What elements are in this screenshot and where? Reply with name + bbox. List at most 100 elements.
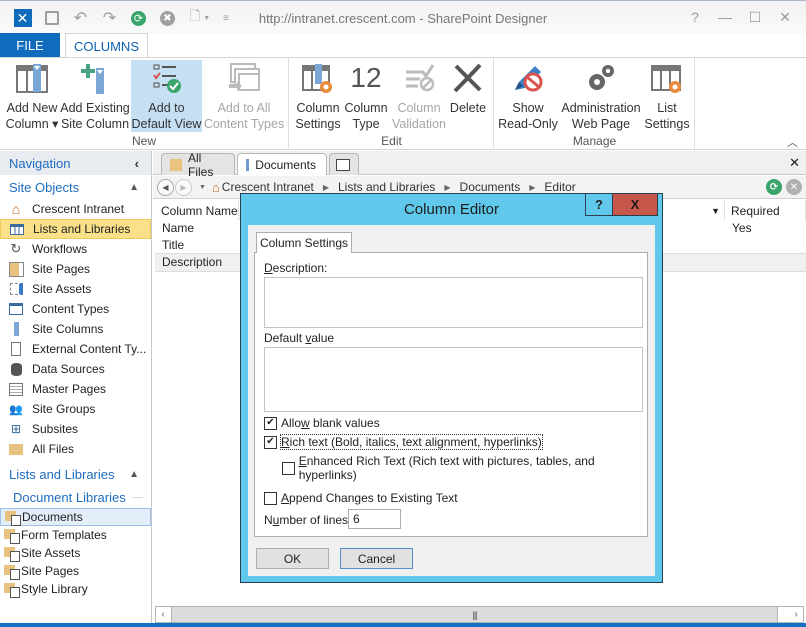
delete-button[interactable]: Delete [448, 60, 488, 132]
history-dropdown[interactable]: ▼ [199, 184, 206, 191]
column-icon [8, 321, 24, 337]
sidebar-item-master-pages[interactable]: Master Pages [0, 379, 151, 399]
library-item-form-templates[interactable]: Form Templates [0, 526, 151, 544]
description-label: Description: [264, 261, 327, 275]
read-only-pencil-icon [510, 60, 546, 96]
sitemap-icon: ⊞ [10, 422, 22, 436]
library-item-style-library[interactable]: Style Library [0, 580, 151, 598]
ok-button[interactable]: OK [256, 548, 329, 569]
library-item-site-pages[interactable]: Site Pages [0, 562, 151, 580]
sidebar-item-all-files[interactable]: All Files [0, 439, 151, 459]
sidebar-item-site-groups[interactable]: 👥 Site Groups [0, 399, 151, 419]
workflow-icon: ↻ [10, 241, 22, 256]
back-button[interactable]: ◀ [157, 178, 174, 196]
tab-documents[interactable]: Documents [237, 153, 327, 175]
new-tab-button[interactable] [329, 153, 359, 175]
chevron-up-icon: ︿ [787, 137, 798, 149]
column-type-button[interactable]: 12 Column Type [343, 60, 389, 132]
dialog-help-button[interactable]: ? [585, 194, 613, 216]
sidebar-item-label: Site Columns [32, 322, 104, 336]
sidebar-item-label: Crescent Intranet [32, 202, 125, 216]
default-value-textarea[interactable] [264, 347, 643, 412]
scrollbar-thumb[interactable]: ||| [171, 607, 778, 622]
sidebar-item-workflows[interactable]: ↻ Workflows [0, 239, 151, 259]
column-header-name-label: Column Name [161, 203, 238, 218]
list-settings-button[interactable]: List Settings [644, 60, 690, 132]
append-changes-checkbox[interactable]: Append Changes to Existing Text [264, 491, 458, 505]
tab-columns[interactable]: COLUMNS [65, 33, 148, 58]
cell-name: Name [162, 221, 195, 235]
column-header-required[interactable]: Required [725, 201, 806, 220]
sidebar-item-content-types[interactable]: Content Types [0, 299, 151, 319]
number-of-lines-input[interactable]: 6 [348, 509, 401, 529]
rich-text-checkbox[interactable]: Rich text (Bold, italics, text alignment… [264, 434, 543, 450]
forward-button[interactable]: ▶ [175, 178, 192, 196]
close-tab-button[interactable]: ✕ [789, 155, 800, 171]
tab-file[interactable]: FILE [0, 33, 60, 57]
column-validation-button[interactable]: Column Validation [390, 60, 448, 132]
help-button[interactable]: ? [680, 7, 710, 27]
lists-libraries-header[interactable]: Lists and Libraries ▲ [0, 462, 151, 486]
library-item-site-assets[interactable]: Site Assets [0, 544, 151, 562]
group-label-manage: Manage [572, 134, 617, 148]
minimize-button[interactable]: — [710, 7, 740, 27]
show-read-only-button[interactable]: Show Read-Only [498, 60, 558, 132]
sidebar-item-site-assets[interactable]: Site Assets [0, 279, 151, 299]
dialog-close-button[interactable]: X [613, 194, 658, 216]
scroll-right-button[interactable]: › [789, 607, 803, 622]
checkbox-checked[interactable] [264, 435, 277, 449]
group-label-new: New [131, 134, 156, 148]
sidebar-item-site-columns[interactable]: Site Columns [0, 319, 151, 339]
sidebar-item-lists-and-libraries[interactable]: Lists and Libraries [0, 219, 151, 239]
collapse-ribbon-button[interactable]: ︿ [787, 134, 798, 150]
tab-all-files[interactable]: All Files [161, 151, 235, 179]
column-type-line1: Column [344, 101, 388, 115]
cancel-button[interactable]: Cancel [340, 548, 413, 569]
sidebar-item-label: Content Types [32, 302, 110, 316]
show-read-only-line2: Read-Only [498, 117, 558, 131]
add-new-column-button[interactable]: Add New Column ▾ [4, 60, 60, 132]
breadcrumb-item[interactable]: Crescent Intranet [222, 180, 314, 194]
column-settings-button[interactable]: Column Settings [294, 60, 342, 132]
checkbox-unchecked[interactable] [282, 461, 295, 475]
stop-icon[interactable]: ✕ [786, 179, 802, 195]
library-list: Documents Form Templates Site Assets Site P… [0, 508, 151, 598]
collapse-pane-icon[interactable]: ‹ [135, 156, 139, 171]
tab-column-settings[interactable]: Column Settings [256, 232, 352, 253]
enhanced-rich-text-checkbox[interactable]: Enhanced Rich Text (Rich text with pictu… [282, 454, 647, 482]
breadcrumb-item[interactable]: Editor [544, 180, 575, 194]
sidebar-item-subsites[interactable]: ⊞ Subsites [0, 419, 151, 439]
breadcrumb-item[interactable]: Lists and Libraries [338, 180, 435, 194]
scroll-left-button[interactable]: ‹ [156, 607, 170, 622]
breadcrumb-item[interactable]: Documents [460, 180, 521, 194]
close-button[interactable]: ✕ [770, 7, 800, 27]
sidebar-item-data-sources[interactable]: Data Sources [0, 359, 151, 379]
description-textarea[interactable] [264, 277, 643, 328]
sidebar-item-crescent-intranet[interactable]: ⌂ Crescent Intranet [0, 199, 151, 219]
sidebar-item-external-content-ty[interactable]: External Content Ty... [0, 339, 151, 359]
document-libraries-header: Document Libraries [0, 486, 151, 508]
horizontal-scrollbar[interactable]: ‹ ||| › [155, 606, 804, 623]
add-to-all-content-types-button[interactable]: Add to All Content Types [204, 60, 284, 132]
add-existing-site-column-button[interactable]: Add Existing Site Column [60, 60, 130, 132]
sidebar-item-label: Site Groups [32, 402, 96, 416]
library-item-documents[interactable]: Documents [0, 508, 151, 526]
list-settings-line1: List [657, 101, 677, 115]
administration-web-page-button[interactable]: Administration Web Page [560, 60, 642, 132]
allow-blank-values-checkbox[interactable]: Allow blank values [264, 416, 380, 430]
add-to-default-view-button[interactable]: Add to Default View [131, 60, 202, 132]
navigation-pane: Navigation ‹ Site Objects ▲ ⌂ Crescent In… [0, 151, 152, 627]
list-settings-line2: Settings [644, 117, 690, 131]
site-objects-header[interactable]: Site Objects ▲ [0, 175, 151, 199]
label-text: alue [311, 331, 335, 345]
checkbox-unchecked[interactable] [264, 491, 277, 505]
maximize-button[interactable]: ☐ [740, 7, 770, 27]
document-library-icon [4, 564, 20, 580]
breadcrumb-separator: ▶ [529, 182, 536, 192]
sidebar-item-site-pages[interactable]: Site Pages [0, 259, 151, 279]
column-header-name[interactable]: Column Name [155, 201, 239, 220]
refresh-icon[interactable]: ⟳ [766, 179, 782, 195]
database-icon [8, 361, 24, 377]
column-editor-dialog: Column Editor ? X Column Settings Descri… [240, 193, 663, 583]
checkbox-checked[interactable] [264, 416, 277, 430]
